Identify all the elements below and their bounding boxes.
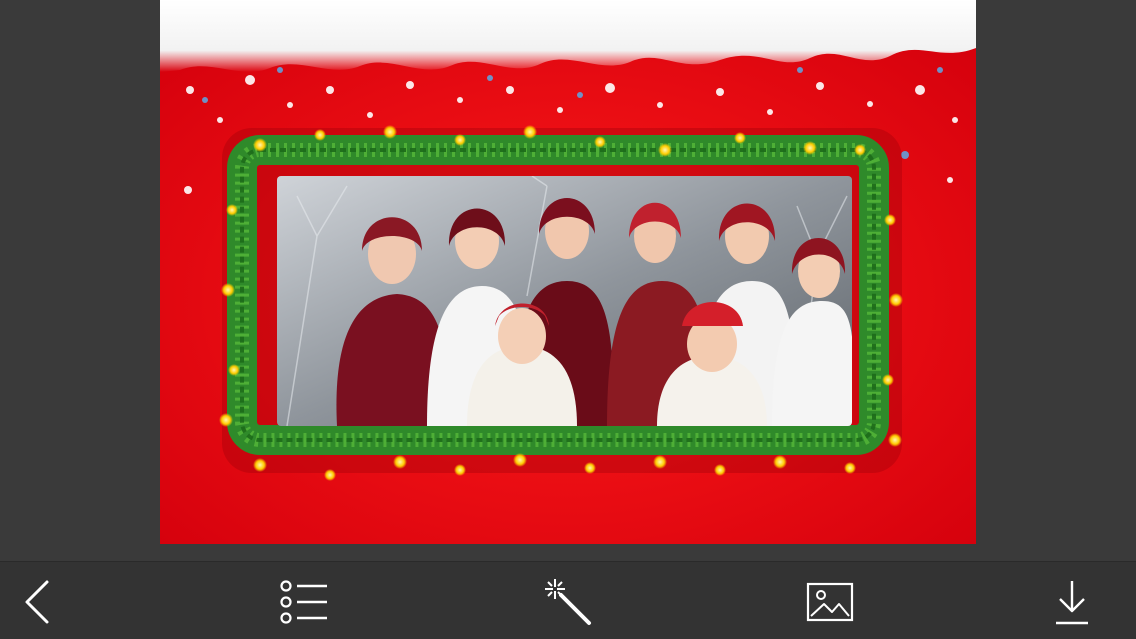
photo-frame-editor [0, 0, 1136, 639]
download-button[interactable] [1044, 576, 1100, 628]
effects-button[interactable] [540, 576, 596, 628]
group-portrait-image [277, 176, 852, 426]
list-icon [280, 580, 327, 624]
frames-list-button[interactable] [276, 576, 332, 628]
image-icon [806, 582, 854, 622]
bottom-toolbar [0, 561, 1136, 639]
christmas-frame-card [160, 0, 976, 544]
back-button[interactable] [11, 576, 67, 628]
user-photo[interactable] [277, 176, 852, 426]
editor-canvas [0, 0, 1136, 561]
magic-wand-icon [545, 579, 591, 625]
chevron-left-icon [25, 580, 49, 624]
download-icon [1056, 581, 1088, 625]
gallery-button[interactable] [802, 576, 858, 628]
